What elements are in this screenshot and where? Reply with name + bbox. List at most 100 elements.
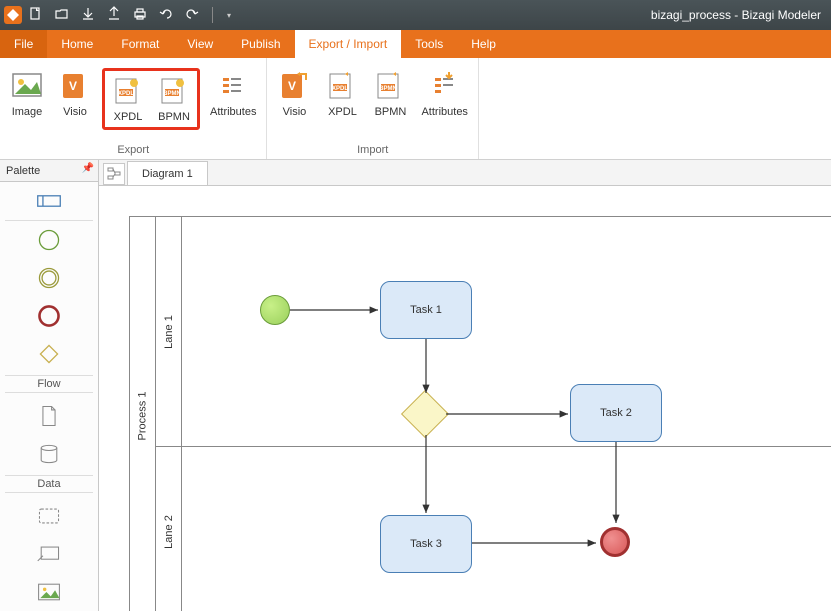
xpdl-import-icon: XPDL [326,70,358,102]
lane1-header[interactable]: Lane 1 [156,217,182,446]
menu-publish[interactable]: Publish [227,30,294,58]
import-xpdl-button[interactable]: XPDL XPDL [321,68,363,120]
bpmn-lane-1[interactable]: Lane 1 [156,217,831,447]
menu-format[interactable]: Format [107,30,173,58]
palette-start-event-shape[interactable] [36,227,62,253]
menu-export-import[interactable]: Export / Import [295,30,402,58]
diagram-tabstrip: Diagram 1 [99,160,831,186]
print-icon[interactable] [132,6,148,25]
palette-divider [5,220,93,221]
palette-data-store-shape[interactable] [36,441,62,467]
bpmn-task-2[interactable]: Task 2 [570,384,662,442]
menu-file[interactable]: File [0,30,47,58]
menu-bar: File Home Format View Publish Export / I… [0,30,831,58]
export-group-label: Export [117,141,149,159]
task1-label: Task 1 [410,304,442,316]
bpmn-icon: BPMN [158,75,190,107]
ribbon: Image V Visio XPDL XPDL BPMN BPMN Attrib… [0,58,831,160]
import-xpdl-label: XPDL [328,106,357,118]
window-title: bizagi_process - Bizagi Modeler [651,8,821,22]
title-bar: ▾ bizagi_process - Bizagi Modeler [0,0,831,30]
export-visio-button[interactable]: V Visio [54,68,96,120]
import-bpmn-label: BPMN [375,106,407,118]
attributes-import-icon [429,70,461,102]
import-visio-button[interactable]: V Visio [273,68,315,120]
bpmn-lane-2[interactable]: Lane 2 [156,447,831,611]
export-attributes-label: Attributes [210,106,256,118]
export-xpdl-button[interactable]: XPDL XPDL [107,73,149,125]
palette-flow-label: Flow [5,375,93,393]
palette-panel: Palette 📌 Flow Data [0,160,99,611]
tab-diagram1[interactable]: Diagram 1 [127,161,208,185]
app-logo [4,6,22,24]
xpdl-icon: XPDL [112,75,144,107]
svg-text:BPMN: BPMN [163,91,181,97]
palette-image-shape[interactable] [36,579,62,605]
export-bpmn-button[interactable]: BPMN BPMN [153,73,195,125]
menu-help[interactable]: Help [457,30,510,58]
ribbon-group-export: Image V Visio XPDL XPDL BPMN BPMN Attrib… [0,58,267,159]
bpmn-task-1[interactable]: Task 1 [380,281,472,339]
svg-text:V: V [69,79,77,93]
redo-icon[interactable] [184,6,200,25]
bpmn-task-3[interactable]: Task 3 [380,515,472,573]
svg-text:XPDL: XPDL [332,86,348,92]
svg-text:XPDL: XPDL [118,91,134,97]
import-bpmn-button[interactable]: BPMN BPMN [369,68,411,120]
export-visio-label: Visio [63,106,87,118]
lane2-header[interactable]: Lane 2 [156,447,182,611]
export-image-button[interactable]: Image [6,68,48,120]
palette-header[interactable]: Palette 📌 [0,160,98,182]
bpmn-import-icon: BPMN [374,70,406,102]
import-group-label: Import [357,141,388,159]
pool-label: Process 1 [137,392,149,441]
pool-header[interactable]: Process 1 [130,217,156,611]
lane1-label: Lane 1 [163,315,175,349]
highlight-xpdl-bpmn: XPDL XPDL BPMN BPMN [102,68,200,130]
task3-label: Task 3 [410,538,442,550]
pin-icon[interactable]: 📌 [82,163,94,174]
palette-intermediate-event-shape[interactable] [36,265,62,291]
ribbon-group-import: V Visio XPDL XPDL BPMN BPMN Attributes I… [267,58,478,159]
export-image-label: Image [12,106,43,118]
image-icon [11,70,43,102]
palette-annotation-shape[interactable] [36,541,62,567]
import-attributes-button[interactable]: Attributes [417,68,471,120]
body: Palette 📌 Flow Data [0,160,831,611]
palette-group-shape[interactable] [36,503,62,529]
bpmn-end-event[interactable] [600,527,630,557]
palette-gateway-shape[interactable] [36,341,62,367]
export-bpmn-label: BPMN [158,111,190,123]
diagram-canvas[interactable]: Process 1 Lane 1 Lane 2 Task 1 Task 2 Ta… [99,186,831,611]
open-icon[interactable] [54,6,70,25]
undo-icon[interactable] [158,6,174,25]
bpmn-start-event[interactable] [260,295,290,325]
task2-label: Task 2 [600,407,632,419]
svg-text:BPMN: BPMN [380,86,398,92]
saveas-icon[interactable] [106,6,122,25]
save-icon[interactable] [80,6,96,25]
svg-text:V: V [288,79,296,93]
menu-view[interactable]: View [173,30,227,58]
palette-end-event-shape[interactable] [36,303,62,329]
import-visio-label: Visio [283,106,307,118]
lane2-label: Lane 2 [163,515,175,549]
tab-diagram1-label: Diagram 1 [142,168,193,180]
qat-divider [212,7,213,23]
palette-title: Palette [6,165,40,177]
menu-tools[interactable]: Tools [401,30,457,58]
export-attributes-button[interactable]: Attributes [206,68,260,120]
new-icon[interactable] [28,6,44,25]
bpmn-pool[interactable]: Process 1 Lane 1 Lane 2 Task 1 Task 2 Ta… [129,216,831,611]
visio-icon: V [59,70,91,102]
import-attributes-label: Attributes [421,106,467,118]
quick-access-toolbar: ▾ [28,6,231,25]
menu-home[interactable]: Home [47,30,107,58]
qat-customize-icon[interactable]: ▾ [227,11,231,20]
export-xpdl-label: XPDL [114,111,143,123]
palette-data-object-shape[interactable] [36,403,62,429]
palette-data-label: Data [5,475,93,493]
diagram-overview-icon[interactable] [103,163,125,185]
visio-import-icon: V [278,70,310,102]
palette-lane-shape[interactable] [36,188,62,214]
